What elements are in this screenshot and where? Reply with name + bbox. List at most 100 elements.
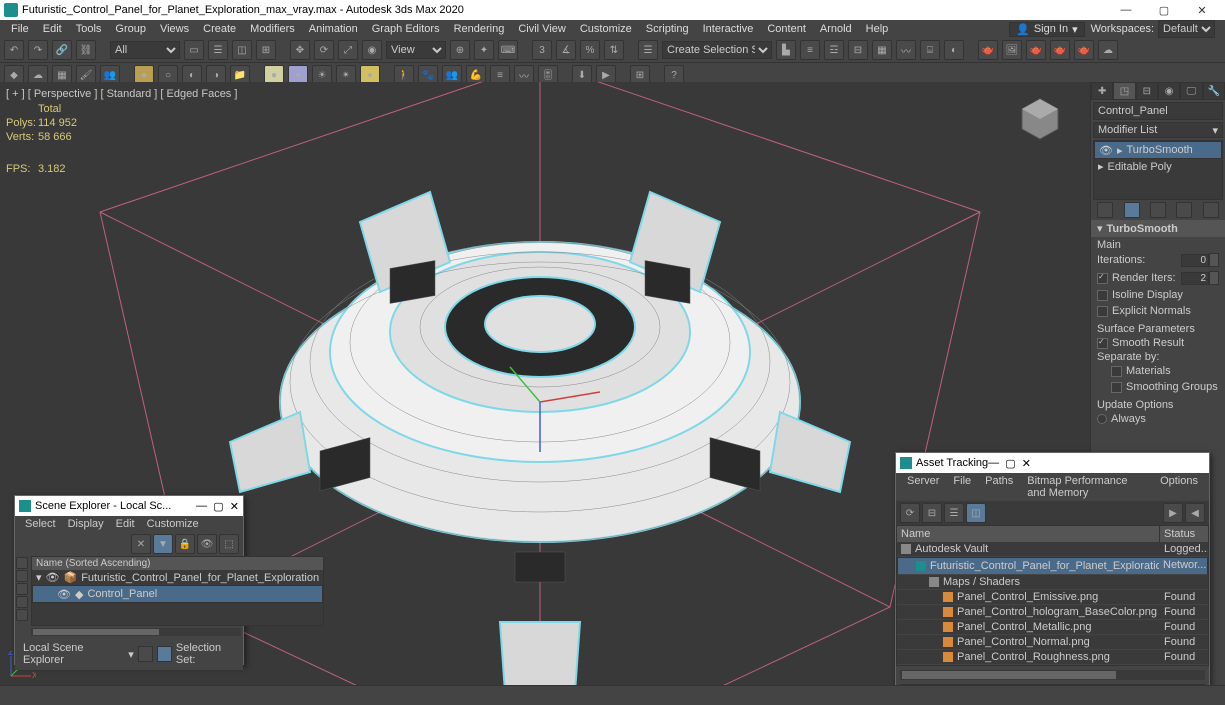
menu-scripting[interactable]: Scripting <box>639 23 696 35</box>
aw-scrollbar[interactable] <box>900 670 1205 680</box>
layer-explorer-icon[interactable]: ⊟ <box>848 40 868 60</box>
percent-snap-icon[interactable]: % <box>580 40 600 60</box>
menu-graph-editors[interactable]: Graph Editors <box>365 23 447 35</box>
maximize-icon[interactable]: ▢ <box>1005 457 1015 470</box>
aw-server[interactable]: Server <box>900 475 946 499</box>
se-cam-icon[interactable] <box>16 609 28 621</box>
se-light-icon[interactable] <box>16 596 28 608</box>
minimize-icon[interactable]: — <box>196 500 207 512</box>
se-row-child[interactable]: 👁◆ Control_Panel <box>32 585 323 603</box>
layers-icon[interactable]: ☲ <box>824 40 844 60</box>
menu-interactive[interactable]: Interactive <box>696 23 761 35</box>
minimize-icon[interactable]: — <box>988 457 999 469</box>
asset-row[interactable]: Panel_Control_Metallic.pngFound <box>897 620 1208 635</box>
named-sel-icon[interactable]: ☰ <box>638 40 658 60</box>
se-view-icon[interactable] <box>138 646 153 662</box>
menu-rendering[interactable]: Rendering <box>447 23 512 35</box>
menu-modifiers[interactable]: Modifiers <box>243 23 302 35</box>
asset-row[interactable]: Panel_Control_Roughness.pngFound <box>897 650 1208 665</box>
menu-customize[interactable]: Customize <box>573 23 639 35</box>
menu-content[interactable]: Content <box>760 23 813 35</box>
configure-sets-icon[interactable] <box>1203 202 1219 218</box>
scale-icon[interactable]: ⤢ <box>338 40 358 60</box>
aw-flat-icon[interactable]: ☰ <box>944 503 964 523</box>
asset-row[interactable]: Panel_Control_hologram_BaseColor.pngFoun… <box>897 605 1208 620</box>
ref-coord[interactable]: View <box>386 41 446 59</box>
spinner-snap-icon[interactable]: ⇅ <box>604 40 624 60</box>
render-cloud-icon[interactable]: ☁ <box>1098 40 1118 60</box>
se-filter-icon[interactable]: ▼ <box>153 534 173 554</box>
utilities-tab[interactable]: 🔧 <box>1203 82 1225 100</box>
se-display-icon[interactable]: 👁 <box>197 534 217 554</box>
aw-next-icon[interactable]: ▶ <box>1163 503 1183 523</box>
undo-icon[interactable]: ↶ <box>4 40 24 60</box>
schematic-icon[interactable]: ⌸ <box>920 40 940 60</box>
aw-prev-icon[interactable]: ◀ <box>1185 503 1205 523</box>
render-prod-icon[interactable]: 🫖 <box>1026 40 1046 60</box>
se-pick-icon[interactable]: ⬚ <box>219 534 239 554</box>
render-iter-icon[interactable]: 🫖 <box>1050 40 1070 60</box>
aw-bitmap[interactable]: Bitmap Performance and Memory <box>1020 475 1153 499</box>
asset-row[interactable]: Panel_Control_Normal.pngFound <box>897 635 1208 650</box>
hierarchy-tab[interactable]: ⊟ <box>1136 82 1158 100</box>
rollout-header[interactable]: ▾ TurboSmooth <box>1091 220 1225 237</box>
render-frame-icon[interactable]: 🖼 <box>1002 40 1022 60</box>
angle-snap-icon[interactable]: ∡ <box>556 40 576 60</box>
se-sort-icon[interactable] <box>157 646 172 662</box>
close-button[interactable]: ✕ <box>1183 0 1221 20</box>
materials-checkbox[interactable] <box>1111 366 1122 377</box>
smoothing-groups-checkbox[interactable] <box>1111 382 1122 393</box>
explicit-checkbox[interactable] <box>1097 306 1108 317</box>
align-icon[interactable]: ≡ <box>800 40 820 60</box>
render-iters-spinner[interactable] <box>1181 271 1219 285</box>
aw-col-status[interactable]: Status <box>1160 526 1208 542</box>
menu-arnold[interactable]: Arnold <box>813 23 859 35</box>
modifier-turbosmooth[interactable]: 👁▸ TurboSmooth <box>1094 141 1222 159</box>
render-active-icon[interactable]: 🫖 <box>1074 40 1094 60</box>
se-display[interactable]: Display <box>62 518 110 530</box>
modify-tab[interactable]: ◳ <box>1113 82 1135 100</box>
modifier-stack[interactable]: 👁▸ TurboSmooth ▸Editable Poly <box>1093 140 1223 200</box>
minimize-button[interactable]: — <box>1107 0 1145 20</box>
asset-row[interactable]: Maps / Shaders <box>897 575 1208 590</box>
render-iters-checkbox[interactable] <box>1097 273 1108 284</box>
render-setup-icon[interactable]: 🫖 <box>978 40 998 60</box>
rotate-icon[interactable]: ⟳ <box>314 40 334 60</box>
select-region-icon[interactable]: ◫ <box>232 40 252 60</box>
manip-icon[interactable]: ✦ <box>474 40 494 60</box>
make-unique-icon[interactable] <box>1150 202 1166 218</box>
motion-tab[interactable]: ◉ <box>1158 82 1180 100</box>
aw-highlight-icon[interactable]: ◫ <box>966 503 986 523</box>
menu-animation[interactable]: Animation <box>302 23 365 35</box>
aw-col-name[interactable]: Name <box>897 526 1160 542</box>
se-geo-icon[interactable] <box>16 570 28 582</box>
mirror-icon[interactable]: ▙ <box>776 40 796 60</box>
menu-views[interactable]: Views <box>153 23 196 35</box>
asset-row[interactable]: Autodesk VaultLogged... <box>897 542 1208 557</box>
se-scrollbar[interactable] <box>33 629 159 635</box>
move-icon[interactable]: ✥ <box>290 40 310 60</box>
snap-icon[interactable]: 3 <box>532 40 552 60</box>
isoline-checkbox[interactable] <box>1097 290 1108 301</box>
se-shape-icon[interactable] <box>16 583 28 595</box>
object-name-field[interactable] <box>1093 102 1223 120</box>
create-tab[interactable]: ✚ <box>1091 82 1113 100</box>
menu-tools[interactable]: Tools <box>69 23 109 35</box>
named-selection[interactable]: Create Selection Set <box>662 41 772 59</box>
toggle-ribbon-icon[interactable]: ▦ <box>872 40 892 60</box>
keyboard-icon[interactable]: ⌨ <box>498 40 518 60</box>
curve-editor-icon[interactable]: 〰 <box>896 40 916 60</box>
modifier-list-dropdown[interactable]: Modifier List▾ <box>1093 122 1223 138</box>
window-crossing-icon[interactable]: ⊞ <box>256 40 276 60</box>
maximize-button[interactable]: ▢ <box>1145 0 1183 20</box>
sign-in-button[interactable]: 👤 Sign In ▾ <box>1009 22 1084 37</box>
workspace-dropdown[interactable]: Default <box>1158 20 1215 38</box>
se-column-header[interactable]: Name (Sorted Ascending) <box>32 557 323 570</box>
se-edit[interactable]: Edit <box>110 518 141 530</box>
menu-civil-view[interactable]: Civil View <box>511 23 572 35</box>
menu-create[interactable]: Create <box>196 23 243 35</box>
select-name-icon[interactable]: ☰ <box>208 40 228 60</box>
asset-row[interactable]: Panel_Control_Emissive.pngFound <box>897 590 1208 605</box>
se-row-root[interactable]: ▾👁📦 Futuristic_Control_Panel_for_Planet_… <box>32 570 323 585</box>
unlink-icon[interactable]: ⛓ <box>76 40 96 60</box>
